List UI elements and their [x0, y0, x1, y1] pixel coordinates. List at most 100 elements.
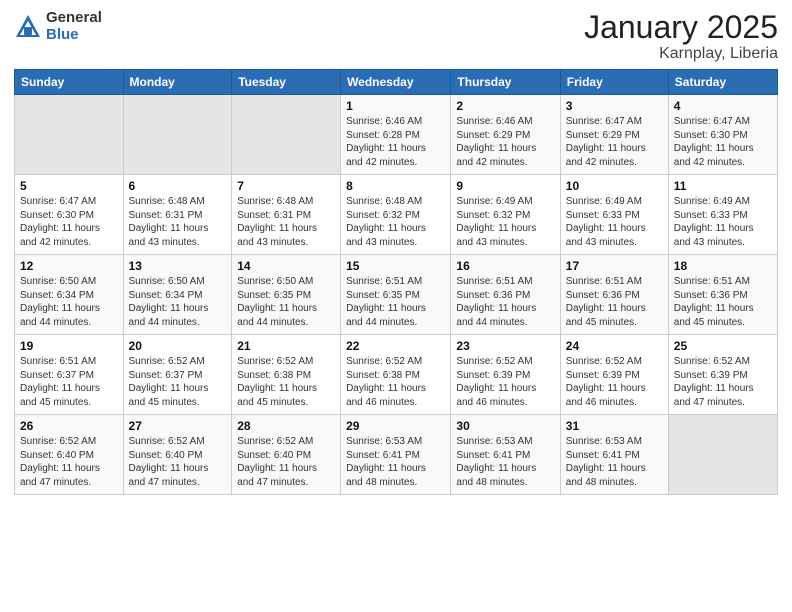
day-number: 10 [566, 179, 663, 193]
day-number: 29 [346, 419, 445, 433]
table-row: 5 Sunrise: 6:47 AMSunset: 6:30 PMDaylight… [15, 175, 124, 255]
day-info: Sunrise: 6:48 AMSunset: 6:31 PMDaylight:… [237, 195, 335, 249]
day-number: 13 [129, 259, 227, 273]
day-info: Sunrise: 6:50 AMSunset: 6:35 PMDaylight:… [237, 275, 335, 329]
day-info: Sunrise: 6:52 AMSunset: 6:38 PMDaylight:… [346, 355, 445, 409]
day-info: Sunrise: 6:50 AMSunset: 6:34 PMDaylight:… [20, 275, 118, 329]
day-number: 15 [346, 259, 445, 273]
day-number: 28 [237, 419, 335, 433]
table-row: 1 Sunrise: 6:46 AMSunset: 6:28 PMDaylight… [341, 95, 451, 175]
header-friday: Friday [560, 70, 668, 95]
logo-icon [14, 13, 42, 41]
calendar-title: January 2025 [584, 10, 778, 45]
day-number: 17 [566, 259, 663, 273]
header-monday: Monday [123, 70, 232, 95]
day-number: 8 [346, 179, 445, 193]
day-info: Sunrise: 6:51 AMSunset: 6:37 PMDaylight:… [20, 355, 118, 409]
day-info: Sunrise: 6:46 AMSunset: 6:28 PMDaylight:… [346, 115, 445, 169]
day-info: Sunrise: 6:49 AMSunset: 6:33 PMDaylight:… [674, 195, 772, 249]
day-info: Sunrise: 6:51 AMSunset: 6:35 PMDaylight:… [346, 275, 445, 329]
logo-blue: Blue [46, 27, 102, 44]
calendar-body: 1 Sunrise: 6:46 AMSunset: 6:28 PMDaylight… [15, 95, 778, 495]
day-number: 7 [237, 179, 335, 193]
day-number: 6 [129, 179, 227, 193]
day-number: 30 [456, 419, 554, 433]
day-info: Sunrise: 6:48 AMSunset: 6:32 PMDaylight:… [346, 195, 445, 249]
day-info: Sunrise: 6:49 AMSunset: 6:33 PMDaylight:… [566, 195, 663, 249]
day-info: Sunrise: 6:52 AMSunset: 6:39 PMDaylight:… [674, 355, 772, 409]
day-info: Sunrise: 6:53 AMSunset: 6:41 PMDaylight:… [456, 435, 554, 489]
day-number: 26 [20, 419, 118, 433]
table-row: 29 Sunrise: 6:53 AMSunset: 6:41 PMDayligh… [341, 415, 451, 495]
calendar-header: Sunday Monday Tuesday Wednesday Thursday… [15, 70, 778, 95]
day-number: 9 [456, 179, 554, 193]
day-info: Sunrise: 6:47 AMSunset: 6:30 PMDaylight:… [20, 195, 118, 249]
logo-general: General [46, 10, 102, 27]
table-row [15, 95, 124, 175]
table-row: 19Sunrise: 6:51 AMSunset: 6:37 PMDayligh… [15, 335, 124, 415]
table-row: 6 Sunrise: 6:48 AMSunset: 6:31 PMDaylight… [123, 175, 232, 255]
day-info: Sunrise: 6:52 AMSunset: 6:40 PMDaylight:… [237, 435, 335, 489]
header-sunday: Sunday [15, 70, 124, 95]
table-row: 24 Sunrise: 6:52 AMSunset: 6:39 PMDayligh… [560, 335, 668, 415]
table-row: 12Sunrise: 6:50 AMSunset: 6:34 PMDayligh… [15, 255, 124, 335]
table-row: 30 Sunrise: 6:53 AMSunset: 6:41 PMDayligh… [451, 415, 560, 495]
table-row: 17 Sunrise: 6:51 AMSunset: 6:36 PMDayligh… [560, 255, 668, 335]
day-number: 31 [566, 419, 663, 433]
day-number: 2 [456, 99, 554, 113]
day-info: Sunrise: 6:51 AMSunset: 6:36 PMDaylight:… [566, 275, 663, 329]
table-row: 21Sunrise: 6:52 AMSunset: 6:38 PMDayligh… [232, 335, 341, 415]
table-row: 10 Sunrise: 6:49 AMSunset: 6:33 PMDayligh… [560, 175, 668, 255]
title-block: January 2025 Karnplay, Liberia [584, 10, 778, 63]
day-number: 11 [674, 179, 772, 193]
page-container: General Blue January 2025 Karnplay, Libe… [0, 0, 792, 505]
calendar-subtitle: Karnplay, Liberia [584, 45, 778, 63]
day-number: 23 [456, 339, 554, 353]
day-info: Sunrise: 6:51 AMSunset: 6:36 PMDaylight:… [674, 275, 772, 329]
day-info: Sunrise: 6:53 AMSunset: 6:41 PMDaylight:… [566, 435, 663, 489]
day-info: Sunrise: 6:50 AMSunset: 6:34 PMDaylight:… [129, 275, 227, 329]
table-row: 27Sunrise: 6:52 AMSunset: 6:40 PMDayligh… [123, 415, 232, 495]
table-row: 9 Sunrise: 6:49 AMSunset: 6:32 PMDaylight… [451, 175, 560, 255]
day-number: 18 [674, 259, 772, 273]
logo-text: General Blue [46, 10, 102, 43]
day-number: 5 [20, 179, 118, 193]
table-row: 16Sunrise: 6:51 AMSunset: 6:36 PMDayligh… [451, 255, 560, 335]
day-info: Sunrise: 6:53 AMSunset: 6:41 PMDaylight:… [346, 435, 445, 489]
day-number: 1 [346, 99, 445, 113]
header-thursday: Thursday [451, 70, 560, 95]
day-number: 21 [237, 339, 335, 353]
table-row: 26 Sunrise: 6:52 AMSunset: 6:40 PMDayligh… [15, 415, 124, 495]
day-info: Sunrise: 6:46 AMSunset: 6:29 PMDaylight:… [456, 115, 554, 169]
table-row: 3 Sunrise: 6:47 AMSunset: 6:29 PMDaylight… [560, 95, 668, 175]
table-row: 31 Sunrise: 6:53 AMSunset: 6:41 PMDayligh… [560, 415, 668, 495]
day-info: Sunrise: 6:47 AMSunset: 6:30 PMDaylight:… [674, 115, 772, 169]
table-row: 7 Sunrise: 6:48 AMSunset: 6:31 PMDaylight… [232, 175, 341, 255]
day-info: Sunrise: 6:49 AMSunset: 6:32 PMDaylight:… [456, 195, 554, 249]
day-info: Sunrise: 6:47 AMSunset: 6:29 PMDaylight:… [566, 115, 663, 169]
table-row [232, 95, 341, 175]
header: General Blue January 2025 Karnplay, Libe… [14, 10, 778, 63]
header-saturday: Saturday [668, 70, 777, 95]
table-row: 15 Sunrise: 6:51 AMSunset: 6:35 PMDayligh… [341, 255, 451, 335]
day-number: 22 [346, 339, 445, 353]
table-row: 28 Sunrise: 6:52 AMSunset: 6:40 PMDayligh… [232, 415, 341, 495]
table-row: 13 Sunrise: 6:50 AMSunset: 6:34 PMDayligh… [123, 255, 232, 335]
day-info: Sunrise: 6:52 AMSunset: 6:39 PMDaylight:… [566, 355, 663, 409]
day-info: Sunrise: 6:52 AMSunset: 6:40 PMDaylight:… [20, 435, 118, 489]
day-info: Sunrise: 6:48 AMSunset: 6:31 PMDaylight:… [129, 195, 227, 249]
header-tuesday: Tuesday [232, 70, 341, 95]
table-row [123, 95, 232, 175]
day-number: 3 [566, 99, 663, 113]
table-row: 11 Sunrise: 6:49 AMSunset: 6:33 PMDayligh… [668, 175, 777, 255]
table-row: 25 Sunrise: 6:52 AMSunset: 6:39 PMDayligh… [668, 335, 777, 415]
table-row: 20Sunrise: 6:52 AMSunset: 6:37 PMDayligh… [123, 335, 232, 415]
table-row: 4 Sunrise: 6:47 AMSunset: 6:30 PMDaylight… [668, 95, 777, 175]
day-info: Sunrise: 6:52 AMSunset: 6:37 PMDaylight:… [129, 355, 227, 409]
day-number: 4 [674, 99, 772, 113]
day-number: 24 [566, 339, 663, 353]
table-row: 2 Sunrise: 6:46 AMSunset: 6:29 PMDaylight… [451, 95, 560, 175]
day-info: Sunrise: 6:52 AMSunset: 6:40 PMDaylight:… [129, 435, 227, 489]
day-number: 16 [456, 259, 554, 273]
day-number: 25 [674, 339, 772, 353]
